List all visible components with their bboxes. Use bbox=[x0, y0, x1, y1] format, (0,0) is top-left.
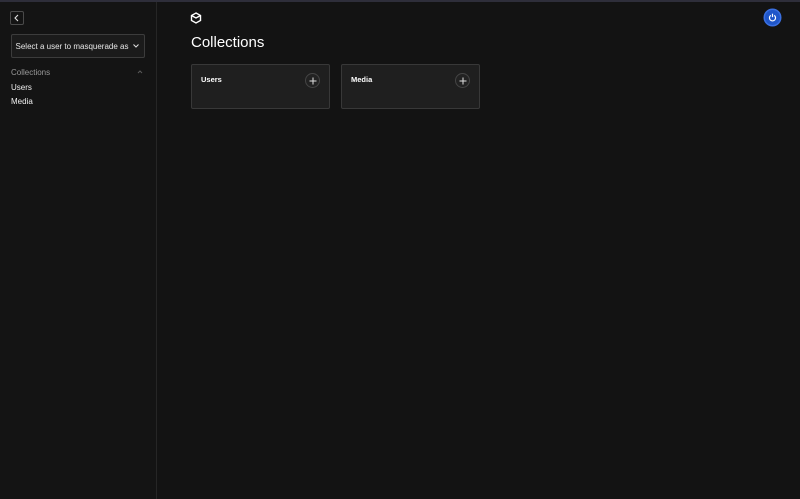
sidebar-item-media[interactable]: Media bbox=[11, 97, 33, 106]
page-title: Collections bbox=[191, 34, 265, 51]
add-media-button[interactable] bbox=[455, 73, 470, 88]
masquerade-select[interactable]: Select a user to masquerade as bbox=[11, 34, 145, 58]
plus-icon bbox=[459, 77, 466, 84]
add-users-button[interactable] bbox=[305, 73, 320, 88]
collection-card-media[interactable]: Media bbox=[341, 64, 480, 109]
collection-card-label: Users bbox=[201, 75, 222, 84]
sidebar: Select a user to masquerade as Collectio… bbox=[0, 2, 157, 499]
chevron-down-icon bbox=[133, 44, 140, 48]
sidebar-item-users[interactable]: Users bbox=[11, 83, 32, 92]
plus-icon bbox=[309, 77, 316, 84]
chevron-up-icon bbox=[137, 70, 143, 74]
collection-card-label: Media bbox=[351, 75, 373, 84]
power-icon bbox=[768, 13, 777, 22]
collection-card-users[interactable]: Users bbox=[191, 64, 330, 109]
logo-icon[interactable] bbox=[190, 11, 202, 24]
chevron-left-icon bbox=[14, 14, 19, 22]
nav-group-label: Collections bbox=[11, 67, 51, 77]
collapse-sidebar-button[interactable] bbox=[10, 11, 24, 25]
logout-button[interactable] bbox=[765, 10, 780, 25]
nav-group-collections[interactable]: Collections bbox=[11, 66, 144, 78]
masquerade-select-label: Select a user to masquerade as bbox=[15, 41, 129, 51]
